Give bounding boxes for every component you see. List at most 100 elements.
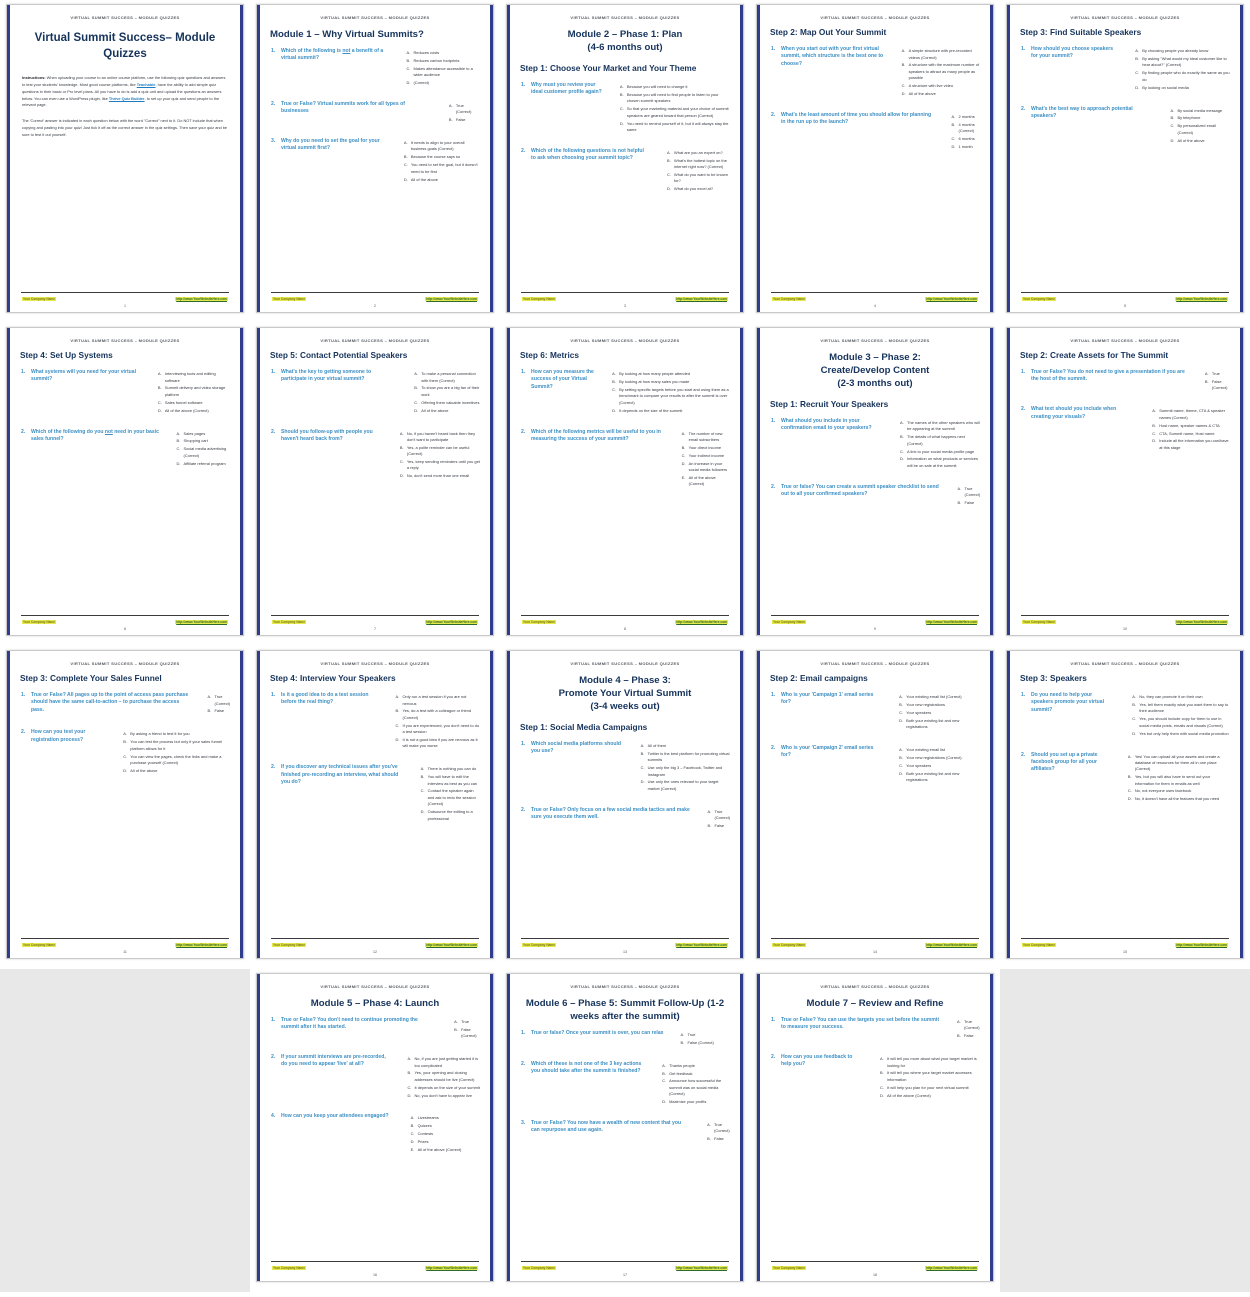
footer-website-link[interactable]: http://www.YourWebsiteHere.com (425, 1266, 478, 1270)
answer-label: A. (123, 731, 128, 737)
answer-option: D. All of the above (414, 408, 480, 414)
footer-website-link[interactable]: http://www.YourWebsiteHere.com (675, 943, 728, 947)
answer-label: B. (123, 739, 128, 745)
footer-website-link[interactable]: http://www.YourWebsiteHere.com (425, 297, 478, 301)
answer-option: D. Use only the ones relevant to your tar… (641, 779, 730, 792)
answer-option: B. By looking at how many sales you made (612, 379, 730, 385)
answer-label: B. (901, 62, 906, 68)
page-thumbnail[interactable]: VIRTUAL SUMMIT SUCCESS – MODULE QUIZZES S… (1006, 4, 1244, 313)
page-spine-right-decor (240, 328, 243, 635)
thumbnail-cell-10[interactable]: VIRTUAL SUMMIT SUCCESS – MODULE QUIZZES S… (1000, 323, 1250, 646)
answer-list: A. All of them B. Twitter is the best platf… (641, 743, 730, 794)
footer-website-link[interactable]: http://www.YourWebsiteHere.com (675, 297, 728, 301)
answer-text: Contact the speaker again and ask to red… (427, 788, 476, 807)
page-thumbnail[interactable]: VIRTUAL SUMMIT SUCCESS – MODULE QUIZZES S… (756, 650, 994, 959)
question-number: 2. (521, 428, 526, 435)
page-thumbnail[interactable]: VIRTUAL SUMMIT SUCCESS – MODULE QUIZZES M… (756, 327, 994, 636)
thumbnail-cell-15[interactable]: VIRTUAL SUMMIT SUCCESS – MODULE QUIZZES S… (1000, 646, 1250, 969)
answer-label: B. (667, 157, 671, 163)
answer-option: C. Sales funnel software (158, 400, 230, 406)
answer-list: A. No, if you haven't heard back then the… (400, 431, 480, 482)
question-number: 2. (521, 806, 526, 813)
answer-label: D. (1132, 730, 1137, 736)
answer-option: B. Quizzes (411, 1123, 462, 1129)
footer-website-link[interactable]: http://www.YourWebsiteHere.com (175, 620, 228, 624)
step-title: Step 3: Complete Your Sales Funnel (20, 673, 162, 683)
thumbnail-cell-11[interactable]: VIRTUAL SUMMIT SUCCESS – MODULE QUIZZES S… (0, 646, 250, 969)
thumbnail-cell-9[interactable]: VIRTUAL SUMMIT SUCCESS – MODULE QUIZZES M… (750, 323, 1000, 646)
page-thumbnail[interactable]: VIRTUAL SUMMIT SUCCESS – MODULE QUIZZES S… (1006, 327, 1244, 636)
thumbnail-cell-18[interactable]: VIRTUAL SUMMIT SUCCESS – MODULE QUIZZES M… (750, 969, 1000, 1292)
footer-website-link[interactable]: http://www.YourWebsiteHere.com (425, 620, 478, 624)
page-thumbnail[interactable]: VIRTUAL SUMMIT SUCCESS – MODULE QUIZZES S… (256, 327, 494, 636)
answer-option: C. Use only the big 3 – Facebook, Twitter… (641, 765, 730, 778)
question-number: 2. (771, 1054, 776, 1061)
answer-option: C. CTA, Summit name, Host name (1152, 431, 1230, 437)
footer-company-name: Your Company Name (22, 943, 56, 947)
footer-website-link[interactable]: http://www.YourWebsiteHere.com (675, 620, 728, 624)
footer-website-link[interactable]: http://www.YourWebsiteHere.com (675, 1266, 728, 1270)
thumbnail-cell-17[interactable]: VIRTUAL SUMMIT SUCCESS – MODULE QUIZZES M… (500, 969, 750, 1292)
thumbnail-cell-7[interactable]: VIRTUAL SUMMIT SUCCESS – MODULE QUIZZES S… (250, 323, 500, 646)
answer-text: It will tell you more about what your ta… (886, 1056, 977, 1068)
footer-website-link[interactable]: http://www.YourWebsiteHere.com (925, 297, 978, 301)
page-thumbnail[interactable]: VIRTUAL SUMMIT SUCCESS – MODULE QUIZZES S… (506, 327, 744, 636)
answer-label: A. (900, 420, 904, 425)
footer-website-link[interactable]: http://www.YourWebsiteHere.com (175, 943, 228, 947)
thumbnail-cell-8[interactable]: VIRTUAL SUMMIT SUCCESS – MODULE QUIZZES S… (500, 323, 750, 646)
footer-website-link[interactable]: http://www.YourWebsiteHere.com (1175, 943, 1228, 947)
page-thumbnail[interactable]: VIRTUAL SUMMIT SUCCESS – MODULE QUIZZES M… (256, 4, 494, 313)
question-row: 1. Which of the following is not a benefi… (270, 48, 389, 91)
thumbnail-cell-2[interactable]: VIRTUAL SUMMIT SUCCESS – MODULE QUIZZES M… (250, 0, 500, 323)
page-thumbnail[interactable]: VIRTUAL SUMMIT SUCCESS – MODULE QUIZZES M… (256, 973, 494, 1282)
answer-list: A. True (Correct) B. False (957, 1019, 980, 1041)
instructions-label: Instructions: (22, 75, 46, 81)
thumbnail-cell-13[interactable]: VIRTUAL SUMMIT SUCCESS – MODULE QUIZZES M… (500, 646, 750, 969)
answer-text: CTA, Summit name, Host name (1159, 430, 1215, 436)
quiz-question-list: 1. True or False? You do not need to give… (1020, 369, 1230, 466)
footer-website-link[interactable]: http://www.YourWebsiteHere.com (175, 297, 228, 301)
quiz-question-list: 1. How should you choose speakers for you… (1020, 46, 1230, 158)
question-row: 2. If your summit interviews are pre-reco… (270, 1054, 390, 1103)
answer-list: A. True (Correct) B. False (207, 694, 230, 716)
footer-website-link[interactable]: http://www.YourWebsiteHere.com (925, 943, 978, 947)
answer-label: C. (612, 386, 617, 392)
page-thumbnail[interactable]: VIRTUAL SUMMIT SUCCESS – MODULE QUIZZES S… (256, 650, 494, 959)
page-thumbnail[interactable]: VIRTUAL SUMMIT SUCCESS – MODULE QUIZZES M… (506, 4, 744, 313)
thumbnail-cell-16[interactable]: VIRTUAL SUMMIT SUCCESS – MODULE QUIZZES M… (250, 969, 500, 1292)
page-thumbnail[interactable]: VIRTUAL SUMMIT SUCCESS – MODULE QUIZZES M… (756, 973, 994, 1282)
page-thumbnail[interactable]: VIRTUAL SUMMIT SUCCESS – MODULE QUIZZES V… (6, 4, 244, 313)
answer-option: B. Yes, tell them exactly what you want t… (1132, 702, 1230, 715)
thumbnail-cell-3[interactable]: VIRTUAL SUMMIT SUCCESS – MODULE QUIZZES M… (500, 0, 750, 323)
page-thumbnail[interactable]: VIRTUAL SUMMIT SUCCESS – MODULE QUIZZES M… (506, 973, 744, 1282)
footer-website-link[interactable]: http://www.YourWebsiteHere.com (925, 620, 978, 624)
page-thumbnail[interactable]: VIRTUAL SUMMIT SUCCESS – MODULE QUIZZES S… (6, 327, 244, 636)
footer-website-link[interactable]: http://www.YourWebsiteHere.com (425, 943, 478, 947)
footer-website-link[interactable]: http://www.YourWebsiteHere.com (1175, 297, 1228, 301)
thumbnail-cell-14[interactable]: VIRTUAL SUMMIT SUCCESS – MODULE QUIZZES S… (750, 646, 1000, 969)
page-thumbnail[interactable]: VIRTUAL SUMMIT SUCCESS – MODULE QUIZZES S… (756, 4, 994, 313)
page-footer: Your Company Name http://www.YourWebsiteH… (770, 297, 980, 301)
thumbnail-cell-4[interactable]: VIRTUAL SUMMIT SUCCESS – MODULE QUIZZES S… (750, 0, 1000, 323)
answer-list: A. True B. False (Correct) (681, 1032, 714, 1048)
question-row: 3. True or False? You now have a wealth o… (520, 1120, 690, 1147)
thumbnail-cell-1[interactable]: VIRTUAL SUMMIT SUCCESS – MODULE QUIZZES V… (0, 0, 250, 323)
question-text: Who is your 'Campaign 1' email series fo… (781, 692, 874, 706)
page-footer: Your Company Name http://www.YourWebsiteH… (1020, 297, 1230, 301)
thumbnail-cell-5[interactable]: VIRTUAL SUMMIT SUCCESS – MODULE QUIZZES S… (1000, 0, 1250, 323)
thumbnail-cell-12[interactable]: VIRTUAL SUMMIT SUCCESS – MODULE QUIZZES S… (250, 646, 500, 969)
answer-text: The number of new email subscribers (688, 430, 723, 442)
footer-website-link[interactable]: http://www.YourWebsiteHere.com (1175, 620, 1228, 624)
footer-website-link[interactable]: http://www.YourWebsiteHere.com (925, 1266, 978, 1270)
thumbnail-cell-6[interactable]: VIRTUAL SUMMIT SUCCESS – MODULE QUIZZES S… (0, 323, 250, 646)
teachable-link[interactable]: Teachable (137, 82, 156, 87)
question-number: 2. (1021, 406, 1026, 413)
thrive-quiz-builder-link[interactable]: Thrive Quiz Builder (109, 96, 145, 101)
page-thumbnail[interactable]: VIRTUAL SUMMIT SUCCESS – MODULE QUIZZES S… (6, 650, 244, 959)
page-thumbnail[interactable]: VIRTUAL SUMMIT SUCCESS – MODULE QUIZZES S… (1006, 650, 1244, 959)
answer-text: True (Correct) (963, 1018, 980, 1031)
answer-text: A structure with live video (908, 83, 954, 89)
page-number: 14 (873, 950, 877, 954)
page-thumbnail[interactable]: VIRTUAL SUMMIT SUCCESS – MODULE QUIZZES M… (506, 650, 744, 959)
